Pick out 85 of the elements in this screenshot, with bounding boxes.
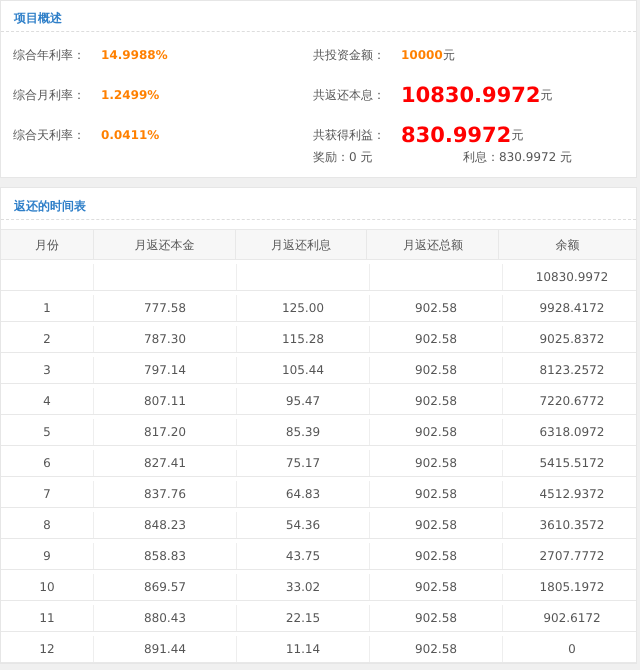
rate-value: 0.0411% [101,127,160,144]
table-cell-text: 115.28 [281,331,325,348]
table-cell-text: 33.02 [284,579,322,596]
total-label: 共获得利益： [313,127,386,144]
table-cell-text: 891.44 [143,641,187,658]
column-header: 余额 [498,230,636,259]
table-cell-text: 902.58 [414,579,458,596]
table-cell-text: 902.58 [414,424,458,441]
table-cell-text: 4512.9372 [538,486,606,503]
table-cell-text: 902.58 [414,300,458,317]
table-cell-text: 3 [42,362,52,379]
table-cell-text: 9928.4172 [538,300,606,317]
table-cell-text: 11.14 [284,641,322,658]
table-cell-text: 105.44 [281,362,325,379]
table-cell-text: 7 [42,486,52,503]
column-header: 月返还总额 [366,230,498,259]
table-cell-text: 902.58 [414,455,458,472]
table-cell-text: 3610.3572 [538,517,606,534]
rate-value: 14.9988% [101,47,168,64]
unit-label: 元 [442,47,455,64]
table-cell-text: 22.15 [284,610,322,627]
table-cell-text: 6 [42,455,52,472]
table-cell-text: 54.36 [284,517,322,534]
unit-label: 元 [511,127,524,144]
table-cell-text: 902.58 [414,641,458,658]
table-cell-text: 0 [567,641,577,658]
table-cell-text: 1 [42,300,52,317]
table-cell-text: 902.58 [414,610,458,627]
rate-label: 综合天利率： [13,127,86,144]
table-cell-text: 5 [42,424,52,441]
section-title: 返还的时间表 [14,198,86,215]
table-cell-text: 75.17 [284,455,322,472]
table-cell-text: 902.58 [414,548,458,565]
column-header: 月返还利息 [234,230,366,259]
table-cell-text: 848.23 [143,517,187,534]
table-cell-text: 9 [42,548,52,565]
table-cell-text: 8 [42,517,52,534]
table-cell-text: 12 [38,641,56,658]
interest-note: 利息：830.9972 元 [463,149,572,166]
table-cell-text: 125.00 [281,300,325,317]
table-cell-text: 880.43 [143,610,187,627]
table-cell-text: 837.76 [143,486,187,503]
table-cell-text: 1805.1972 [538,579,606,596]
table-cell-text: 43.75 [284,548,322,565]
table-cell-text: 797.14 [143,362,187,379]
table-cell-text: 6318.0972 [538,424,606,441]
table-cell-text: 902.58 [414,362,458,379]
table-cell-text: 858.83 [143,548,187,565]
table-cell-text: 902.6172 [542,610,602,627]
column-header: 月返还本金 [92,230,235,259]
total-label: 共投资金额： [313,47,386,64]
table-cell-text: 902.58 [414,331,458,348]
unit-label: 元 [540,87,552,104]
table-cell-text: 10 [38,579,56,596]
table-cell-text: 4 [42,393,52,410]
table-cell-text: 902.58 [414,393,458,410]
table-cell-text: 2 [42,331,52,348]
total-label: 共返还本息： [313,87,386,104]
table-cell-text: 7220.6772 [538,393,606,410]
table-cell-text: 902.58 [414,517,458,534]
section-title: 项目概述 [14,10,62,27]
total-value: 10830.9972 [401,84,540,106]
table-cell-text: 777.58 [143,300,187,317]
table-cell-text: 5415.5172 [538,455,606,472]
total-value: 10000 [401,47,443,64]
total-value: 830.9972 [401,124,512,146]
table-cell-text: 64.83 [284,486,322,503]
table-cell-text: 807.11 [143,393,187,410]
table-cell-text: 85.39 [284,424,322,441]
table-cell-text: 827.41 [143,455,187,472]
table-cell-text: 9025.8372 [538,331,606,348]
table-cell-text: 817.20 [143,424,187,441]
table-cell-text: 8123.2572 [538,362,606,379]
column-header: 月份 [34,236,60,254]
table-cell-text: 902.58 [414,486,458,503]
table-cell-text: 95.47 [284,393,322,410]
table-cell-text: 10830.9972 [534,269,610,286]
table-cell-text: 2707.7772 [538,548,606,565]
rate-value: 1.2499% [101,87,160,104]
table-cell-text: 869.57 [143,579,187,596]
rate-label: 综合月利率： [13,87,86,104]
bonus-note: 奖励：0 元 [313,149,374,166]
table-cell-text: 787.30 [143,331,187,348]
table-cell-text: 11 [38,610,56,627]
rate-label: 综合年利率： [13,47,86,64]
